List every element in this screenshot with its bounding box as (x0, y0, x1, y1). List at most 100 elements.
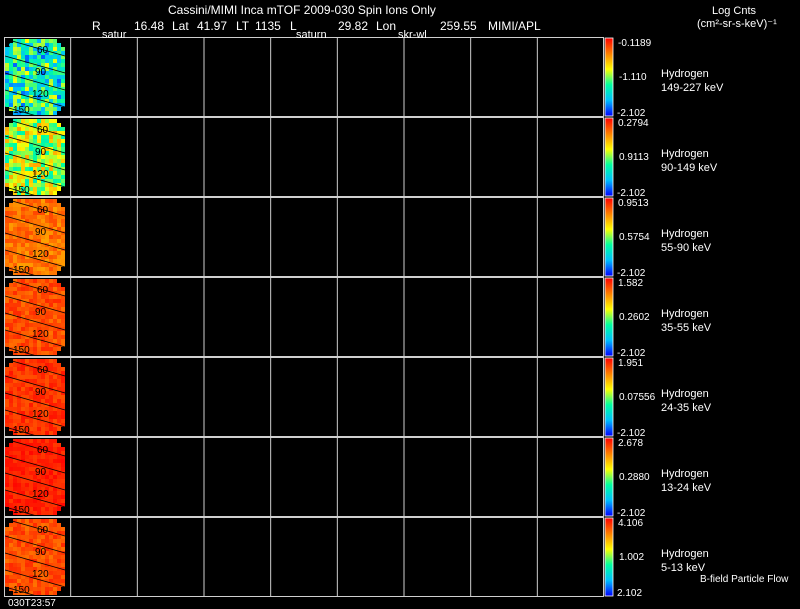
heatmap-cell (49, 235, 53, 239)
heatmap-cell (57, 395, 61, 399)
heatmap-cell (25, 315, 29, 319)
heatmap-cell (17, 527, 21, 531)
heatmap-cell (49, 39, 53, 43)
colorbar (605, 438, 613, 516)
heatmap-cell (57, 579, 61, 583)
heatmap-cell (21, 211, 25, 215)
heatmap-cell (9, 459, 13, 463)
heatmap-cell (17, 67, 21, 71)
heatmap-cell (17, 147, 21, 151)
heatmap-cell (17, 479, 21, 483)
heatmap-cell (5, 175, 9, 179)
heatmap-cell (21, 339, 25, 343)
heatmap-cell (61, 419, 65, 423)
heatmap-cell (37, 511, 41, 515)
species-label: Hydrogen (661, 548, 709, 560)
heatmap-cell (13, 151, 17, 155)
heatmap-cell (9, 451, 13, 455)
heatmap-cell (25, 47, 29, 51)
colorbar-max-label: -0.1189 (618, 38, 652, 49)
heatmap-cell (49, 431, 53, 435)
heatmap-cell (25, 471, 29, 475)
heatmap-cell (9, 555, 13, 559)
heatmap-cell (9, 575, 13, 579)
heatmap-cell (29, 315, 33, 319)
heatmap-cell (9, 371, 13, 375)
heatmap-cell (29, 291, 33, 295)
heatmap-cell (41, 503, 45, 507)
heatmap-cell (25, 63, 29, 67)
heatmap-cell (13, 483, 17, 487)
heatmap-cell (5, 99, 9, 103)
heatmap-cell (25, 87, 29, 91)
heatmap-cell (53, 415, 57, 419)
heatmap-cell (21, 543, 25, 547)
contour-label: 90 (35, 67, 47, 78)
species-label: Hydrogen (661, 68, 709, 80)
heatmap-cell (5, 543, 9, 547)
heatmap-cell (57, 155, 61, 159)
heatmap-cell (41, 559, 45, 563)
spectrogram-plot: 60901201502 -0.1189-1.110-2.102Hydrogen14… (4, 37, 724, 606)
heatmap-cell (25, 535, 29, 539)
heatmap-cell (33, 423, 37, 427)
heatmap-cell (9, 203, 13, 207)
energy-range-label: 90-149 keV (661, 162, 718, 174)
heatmap-cell (49, 75, 53, 79)
heatmap-cell (53, 143, 57, 147)
heatmap-cell (57, 571, 61, 575)
heatmap-cell (61, 299, 65, 303)
heatmap-cell (13, 371, 17, 375)
heatmap-cell (13, 467, 17, 471)
heatmap-cell (53, 207, 57, 211)
heatmap-cell (9, 415, 13, 419)
heatmap-cell (49, 127, 53, 131)
colorbar-mid-label: 0.2880 (619, 472, 650, 483)
contour-label: 60 (37, 45, 49, 56)
heatmap-cell (53, 295, 57, 299)
heatmap-cell (17, 339, 21, 343)
heatmap-cell (25, 447, 29, 451)
heatmap-cell (5, 91, 9, 95)
heatmap-cell (29, 207, 33, 211)
heatmap-cell (17, 151, 21, 155)
heatmap-cell (53, 127, 57, 131)
heatmap-cell (25, 519, 29, 523)
heatmap-cell (49, 255, 53, 259)
heatmap-cell (17, 371, 21, 375)
heatmap-cell (9, 307, 13, 311)
heatmap-cell (21, 499, 25, 503)
r-value: 16.48 (134, 19, 165, 33)
heatmap-cell (5, 227, 9, 231)
heatmap-cell (9, 247, 13, 251)
org-label: MIMI/APL (488, 19, 541, 33)
heatmap-cell (61, 235, 65, 239)
heatmap-cell (5, 403, 9, 407)
heatmap-cell (25, 167, 29, 171)
heatmap-cell (53, 91, 57, 95)
heatmap-cell (57, 403, 61, 407)
heatmap-cell (37, 299, 41, 303)
heatmap-cell (61, 211, 65, 215)
heatmap-cell (17, 383, 21, 387)
timestamp-label: 030T23:57 (8, 598, 56, 609)
heatmap-cell (9, 179, 13, 183)
colorbar-mid-label: -1.110 (619, 72, 647, 83)
heatmap-cell (13, 175, 17, 179)
heatmap-cell (17, 311, 21, 315)
heatmap-cell (9, 75, 13, 79)
heatmap-cell (45, 587, 49, 591)
heatmap-cell (53, 219, 57, 223)
heatmap-cell (57, 527, 61, 531)
heatmap-cell (5, 319, 9, 323)
heatmap-cell (17, 335, 21, 339)
heatmap-cell (61, 451, 65, 455)
heatmap-cell (5, 331, 9, 335)
heatmap-cell (53, 107, 57, 111)
heatmap-cell (53, 391, 57, 395)
heatmap-cell (49, 119, 53, 123)
heatmap-cell (37, 107, 41, 111)
heatmap-cell (49, 175, 53, 179)
heatmap-cell (29, 387, 33, 391)
heatmap-cell (9, 335, 13, 339)
